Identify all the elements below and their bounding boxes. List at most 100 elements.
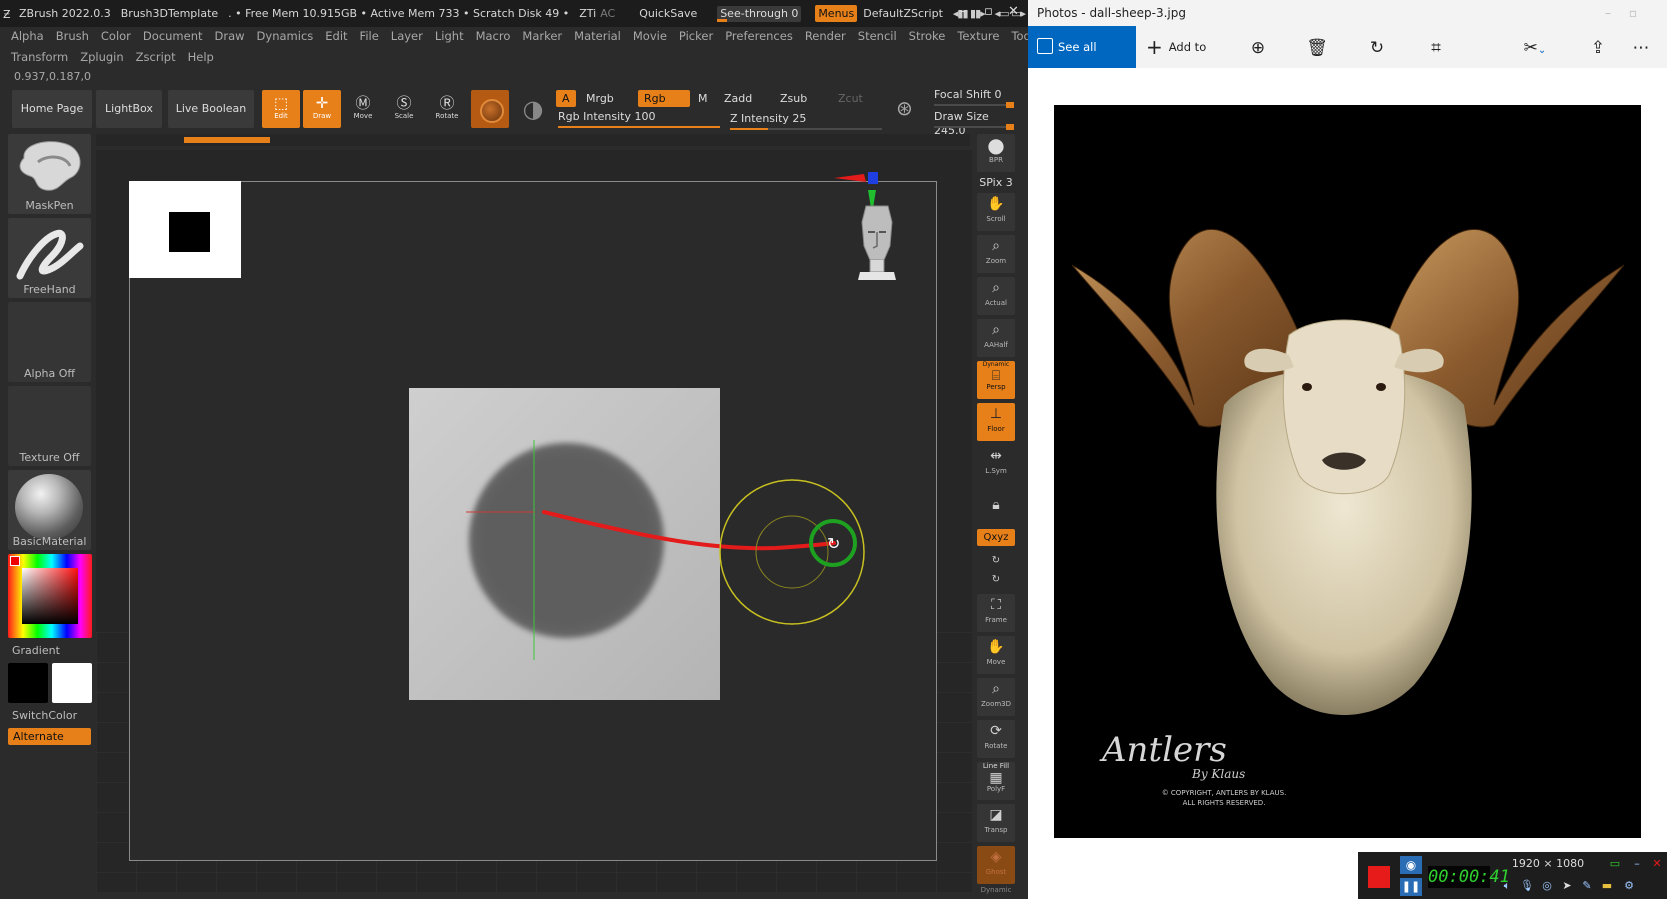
stroke-tile[interactable]: FreeHand [8, 218, 91, 298]
zoom3d-button[interactable]: ⌕ Zoom3D [977, 678, 1015, 716]
xyz-toggle[interactable]: Qxyz [977, 529, 1015, 546]
photo-viewer[interactable]: Antlers By Klaus © COPYRIGHT, ANTLERS BY… [1028, 68, 1667, 899]
polyf-button[interactable]: Line Fill ▦ PolyF [977, 762, 1015, 800]
more-icon[interactable]: ⋯ [1629, 36, 1653, 60]
delete-icon[interactable]: 🗑︎ [1305, 36, 1329, 60]
lightbox-button[interactable]: LightBox [96, 90, 162, 128]
folder-icon[interactable]: ▬ [1598, 877, 1616, 895]
photos-maximize-icon[interactable]: ▫ [1629, 0, 1637, 26]
m-toggle[interactable]: M [692, 90, 714, 107]
lock-button[interactable]: 🔒︎ [977, 487, 1015, 525]
rotate-icon[interactable]: ↻ [1365, 36, 1389, 60]
orientation-head-icon[interactable] [856, 202, 898, 286]
minimize-icon[interactable]: – [960, 4, 967, 19]
restore-icon[interactable]: ▫ [984, 4, 993, 19]
ghost-button[interactable]: ◈ Ghost [977, 846, 1015, 884]
menu-edit[interactable]: Edit [325, 29, 347, 43]
gradient-label[interactable]: Gradient [12, 644, 94, 657]
pause-icon[interactable]: ❚❚ [1400, 878, 1422, 896]
rotate-view-button[interactable]: ⟳ Rotate [977, 720, 1015, 758]
persp-button[interactable]: Dynamic ⌸ Persp [977, 361, 1015, 399]
close-icon[interactable]: ✕ [1008, 4, 1019, 19]
ui-layout-icon[interactable]: ◂▮▮ ▮▮▸ [953, 7, 986, 20]
a-toggle[interactable]: A [556, 90, 576, 107]
menu-zscript[interactable]: Zscript [136, 50, 176, 64]
camera-icon[interactable]: ◉ [1400, 856, 1422, 874]
bpr-button[interactable]: ● BPR [977, 134, 1015, 172]
see-all-photos-button[interactable]: See all photos [1028, 26, 1136, 96]
webcam-icon[interactable]: ◎ [1538, 877, 1556, 895]
menu-zplugin[interactable]: Zplugin [80, 50, 123, 64]
zoom-button[interactable]: ⌕ Zoom [977, 235, 1015, 273]
menu-dynamics[interactable]: Dynamics [257, 29, 314, 43]
menu-movie[interactable]: Movie [633, 29, 667, 43]
move-button[interactable]: Ⓜ Move [344, 90, 382, 128]
menu-picker[interactable]: Picker [679, 29, 713, 43]
rgb-intensity-slider[interactable]: Rgb Intensity 100 [558, 110, 720, 128]
add-to-button[interactable]: + Add to [1146, 26, 1206, 68]
edit-button[interactable]: ⬚ Edit [262, 90, 300, 128]
z-intensity-slider[interactable]: Z Intensity 25 [730, 112, 882, 130]
microphone-icon[interactable]: 🎙︎ [1518, 877, 1536, 895]
lsym-button[interactable]: ⇹ L.Sym [977, 445, 1015, 483]
menu-stencil[interactable]: Stencil [858, 29, 897, 43]
menus-toggle[interactable]: Menus [815, 5, 858, 22]
zoom-in-icon[interactable]: ⊕ [1246, 36, 1270, 60]
rgb-toggle[interactable]: Rgb [638, 90, 690, 107]
alternate-button[interactable]: Alternate [8, 728, 91, 745]
stop-record-button[interactable] [1368, 866, 1390, 888]
frame-button[interactable]: ⛶ Frame [977, 594, 1015, 632]
recorder-minimize-icon[interactable]: – [1628, 855, 1646, 873]
quicksave-button[interactable]: QuickSave [639, 7, 697, 20]
home-page-button[interactable]: Home Page [12, 90, 92, 128]
mrgb-toggle[interactable]: Mrgb [580, 90, 620, 107]
color-picker-square[interactable] [22, 568, 78, 624]
stroke-lazy-icon[interactable]: ⊛ [896, 96, 913, 120]
edit-icon[interactable]: ✂⌄ [1518, 36, 1552, 60]
menu-layer[interactable]: Layer [391, 29, 423, 43]
transp-button[interactable]: ◪ Transp [977, 804, 1015, 842]
recorder-close-icon[interactable]: ✕ [1648, 855, 1666, 873]
default-zscript-button[interactable]: DefaultZScript [863, 7, 943, 20]
floor-button[interactable]: ⊥ Floor [977, 403, 1015, 441]
main-color-swatch[interactable] [8, 663, 48, 703]
menu-transform[interactable]: Transform [11, 50, 68, 64]
focal-shift-slider[interactable]: Focal Shift 0 [934, 88, 1014, 108]
region-icon[interactable]: ▭ [1606, 855, 1624, 873]
menu-material[interactable]: Material [574, 29, 621, 43]
alpha-tile[interactable]: Alpha Off [8, 302, 91, 382]
settings-icon[interactable]: ⚙ [1620, 877, 1638, 895]
menu-render[interactable]: Render [805, 29, 846, 43]
draw-button[interactable]: ✛ Draw [303, 90, 341, 128]
speaker-icon[interactable]: 🔈︎ [1498, 877, 1516, 895]
brush-tile[interactable]: MaskPen [8, 134, 91, 214]
menu-preferences[interactable]: Preferences [725, 29, 793, 43]
rotate-z-icon[interactable]: ↻ [977, 571, 1015, 588]
live-boolean-button[interactable]: Live Boolean [168, 90, 254, 128]
menu-light[interactable]: Light [435, 29, 464, 43]
menu-stroke[interactable]: Stroke [909, 29, 946, 43]
pen-icon[interactable]: ✎ [1578, 877, 1596, 895]
move-view-button[interactable]: ✋ Move [977, 636, 1015, 674]
scroll-button[interactable]: ✋ Scroll [977, 193, 1015, 231]
color-spray-button[interactable]: ◑ [514, 90, 552, 128]
secondary-color-swatch[interactable] [52, 663, 92, 703]
rotate-y-icon[interactable]: ↻ [977, 552, 1015, 569]
menu-color[interactable]: Color [101, 29, 131, 43]
material-swatch-button[interactable] [471, 90, 509, 128]
share-icon[interactable]: ⇪ [1586, 36, 1610, 60]
photos-minimize-icon[interactable]: – [1605, 0, 1611, 26]
see-through-slider[interactable]: See-through 0 [717, 5, 802, 22]
menu-marker[interactable]: Marker [522, 29, 562, 43]
draw-size-slider[interactable]: Draw Size 245.0 [934, 110, 1014, 137]
actual-button[interactable]: ⌕ Actual [977, 277, 1015, 315]
document-canvas[interactable]: ↻ [96, 150, 972, 892]
material-tile[interactable]: BasicMaterial [8, 470, 91, 550]
rotate-button[interactable]: Ⓡ Rotate [428, 90, 466, 128]
zadd-toggle[interactable]: Zadd [718, 90, 758, 107]
crop-icon[interactable]: ⌗ [1424, 36, 1448, 60]
zcut-toggle[interactable]: Zcut [832, 90, 869, 107]
menu-brush[interactable]: Brush [56, 29, 89, 43]
color-picker[interactable] [8, 554, 92, 638]
menu-alpha[interactable]: Alpha [11, 29, 44, 43]
